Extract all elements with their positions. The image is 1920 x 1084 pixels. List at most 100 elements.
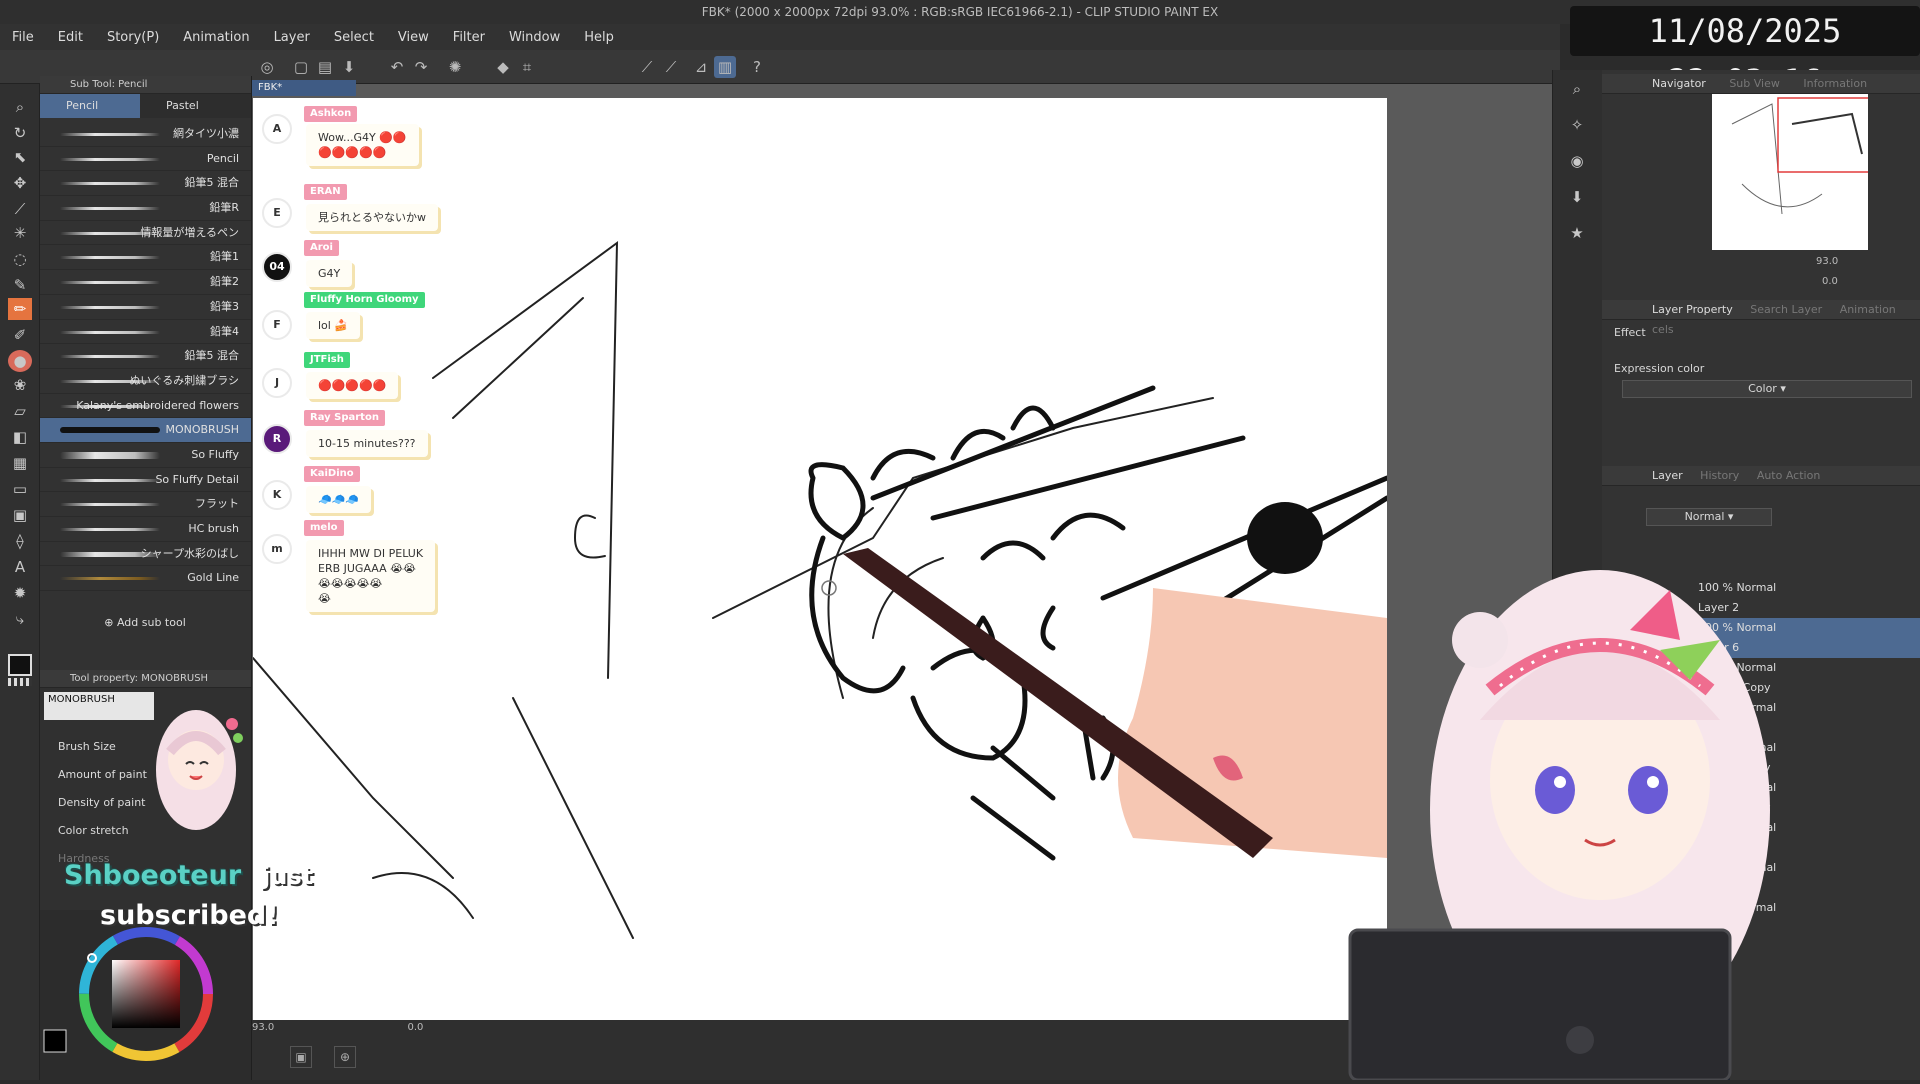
- zoom-tool-icon[interactable]: ⌕: [8, 96, 32, 118]
- brush-item[interactable]: Pencil: [40, 147, 251, 172]
- download-icon[interactable]: ⬇: [1565, 186, 1589, 208]
- angle-value[interactable]: 0.0: [407, 1022, 423, 1033]
- brush-item[interactable]: 鉛筆3: [40, 295, 251, 320]
- chat-avatar: E: [262, 198, 292, 228]
- brush-name: シャープ水彩のばし: [140, 546, 239, 560]
- menu-window[interactable]: Window: [497, 30, 572, 45]
- tab-history[interactable]: History: [1700, 469, 1739, 482]
- brush-item[interactable]: Gold Line: [40, 566, 251, 592]
- save-icon[interactable]: ⬇: [338, 56, 360, 78]
- gradient-tool-icon[interactable]: ▦: [8, 452, 32, 474]
- brush-name: So Fluffy Detail: [155, 472, 239, 486]
- clip-studio-icon[interactable]: ◎: [256, 56, 278, 78]
- tab-information[interactable]: Information: [1803, 77, 1867, 90]
- redo-icon[interactable]: ↷: [410, 56, 432, 78]
- brush-item[interactable]: ぬいぐるみ刺繍ブラシ: [40, 369, 251, 394]
- brush-item[interactable]: 情報量が増えるペン: [40, 221, 251, 246]
- brush-item[interactable]: 鉛筆R: [40, 196, 251, 221]
- menu-filter[interactable]: Filter: [441, 30, 497, 45]
- pen-tool-icon[interactable]: ✎: [8, 274, 32, 296]
- brush-tool-icon[interactable]: ✐: [8, 324, 32, 346]
- tab-pastel[interactable]: Pastel: [140, 94, 240, 118]
- fill-icon[interactable]: ◆: [492, 56, 514, 78]
- brush-item[interactable]: 鉛筆2: [40, 270, 251, 295]
- open-file-icon[interactable]: ▤: [314, 56, 336, 78]
- snap-grid-icon[interactable]: ⊿: [690, 56, 712, 78]
- menu-edit[interactable]: Edit: [46, 30, 95, 45]
- decoration-tool-icon[interactable]: ❀: [8, 374, 32, 396]
- prop-density-of-paint[interactable]: Density of paint: [58, 796, 145, 809]
- menu-file[interactable]: File: [0, 30, 46, 45]
- add-sub-tool-button[interactable]: ⊕ Add sub tool: [40, 616, 250, 629]
- lasso-icon[interactable]: ◌: [8, 248, 32, 270]
- undo-icon[interactable]: ↶: [386, 56, 408, 78]
- brush-name: Pencil: [206, 151, 239, 165]
- brush-item[interactable]: HC brush: [40, 517, 251, 542]
- pencil-tool-icon[interactable]: ✏: [8, 298, 32, 320]
- blend-mode-select[interactable]: Normal ▾: [1646, 508, 1772, 526]
- snap-ruler-icon[interactable]: ⟋: [636, 56, 658, 78]
- camera-icon[interactable]: ◉: [1565, 150, 1589, 172]
- menu-view[interactable]: View: [386, 30, 441, 45]
- navigator-angle[interactable]: 0.0: [1822, 276, 1838, 287]
- menu-layer[interactable]: Layer: [262, 30, 322, 45]
- navigator-toggle-icon[interactable]: ⊕: [334, 1046, 356, 1068]
- eyedropper-icon[interactable]: ⟋: [8, 198, 32, 220]
- balloon-tool-icon[interactable]: ✹: [8, 582, 32, 604]
- brush-item[interactable]: フラット: [40, 492, 251, 517]
- eraser-tool-icon[interactable]: ▱: [8, 400, 32, 422]
- brush-item[interactable]: 鉛筆5 混合: [40, 344, 251, 369]
- transparent-color-swatch[interactable]: [8, 678, 32, 686]
- auto-select-icon[interactable]: ✳: [8, 222, 32, 244]
- fill-tool-icon[interactable]: ◧: [8, 426, 32, 448]
- expression-color-select[interactable]: Color ▾: [1622, 380, 1912, 398]
- menu-story[interactable]: Story(P): [95, 30, 171, 45]
- airbrush-tool-icon[interactable]: ●: [8, 350, 32, 372]
- tab-search-layer[interactable]: Search Layer: [1750, 303, 1822, 316]
- brush-item-selected[interactable]: MONOBRUSH: [40, 418, 251, 443]
- move-tool-icon[interactable]: ↻: [8, 122, 32, 144]
- figure-tool-icon[interactable]: ▭: [8, 478, 32, 500]
- prop-brush-size[interactable]: Brush Size: [58, 740, 116, 753]
- fit-page-icon[interactable]: ▣: [290, 1046, 312, 1068]
- tab-auto-action[interactable]: Auto Action: [1757, 469, 1821, 482]
- brush-item[interactable]: シャープ水彩のばし: [40, 542, 251, 567]
- prop-amount-of-paint[interactable]: Amount of paint: [58, 768, 147, 781]
- main-color-swatch[interactable]: [8, 654, 32, 676]
- menu-help[interactable]: Help: [572, 30, 626, 45]
- ruler-icon[interactable]: ▥: [714, 56, 736, 78]
- prop-color-stretch[interactable]: Color stretch: [58, 824, 129, 837]
- brush-item[interactable]: 鉛筆4: [40, 320, 251, 345]
- tool-property-header: Tool property: MONOBRUSH: [40, 670, 251, 688]
- search-icon[interactable]: ⌕: [1565, 78, 1589, 100]
- transform-icon[interactable]: ⌗: [516, 56, 538, 78]
- menu-select[interactable]: Select: [322, 30, 386, 45]
- brush-item[interactable]: 鉛筆1: [40, 245, 251, 271]
- operation-tool-icon[interactable]: ⬉: [8, 146, 32, 168]
- favorites-icon[interactable]: ★: [1565, 222, 1589, 244]
- tab-sub-view[interactable]: Sub View: [1729, 77, 1780, 90]
- document-tab[interactable]: FBK*: [252, 80, 356, 96]
- help-icon[interactable]: ?: [746, 56, 768, 78]
- frame-tool-icon[interactable]: ▣: [8, 504, 32, 526]
- material-icon[interactable]: ✧: [1565, 114, 1589, 136]
- loading-icon[interactable]: ✺: [444, 56, 466, 78]
- new-file-icon[interactable]: ▢: [290, 56, 312, 78]
- brush-item[interactable]: Kalany's embroidered flowers: [40, 394, 251, 419]
- snap-special-icon[interactable]: ⟋: [660, 56, 682, 78]
- navigator-thumbnail[interactable]: [1712, 94, 1883, 250]
- brush-stroke-preview: [60, 503, 160, 507]
- brush-item[interactable]: So Fluffy Detail: [40, 468, 251, 493]
- zoom-value[interactable]: 93.0: [252, 1022, 274, 1033]
- expression-color-value: Color: [1748, 382, 1777, 395]
- move-layer-icon[interactable]: ✥: [8, 172, 32, 194]
- menu-animation[interactable]: Animation: [171, 30, 261, 45]
- navigator-zoom[interactable]: 93.0: [1816, 256, 1838, 267]
- text-tool-icon[interactable]: A: [8, 556, 32, 578]
- tab-pencil[interactable]: Pencil: [40, 94, 140, 118]
- correct-line-icon[interactable]: ⤷: [8, 608, 32, 630]
- brush-item[interactable]: 鉛筆5 混合: [40, 171, 251, 197]
- ruler-tool-icon[interactable]: ⟠: [8, 530, 32, 552]
- brush-item[interactable]: So Fluffy: [40, 443, 251, 468]
- brush-item[interactable]: 網タイツ小濃: [40, 122, 251, 147]
